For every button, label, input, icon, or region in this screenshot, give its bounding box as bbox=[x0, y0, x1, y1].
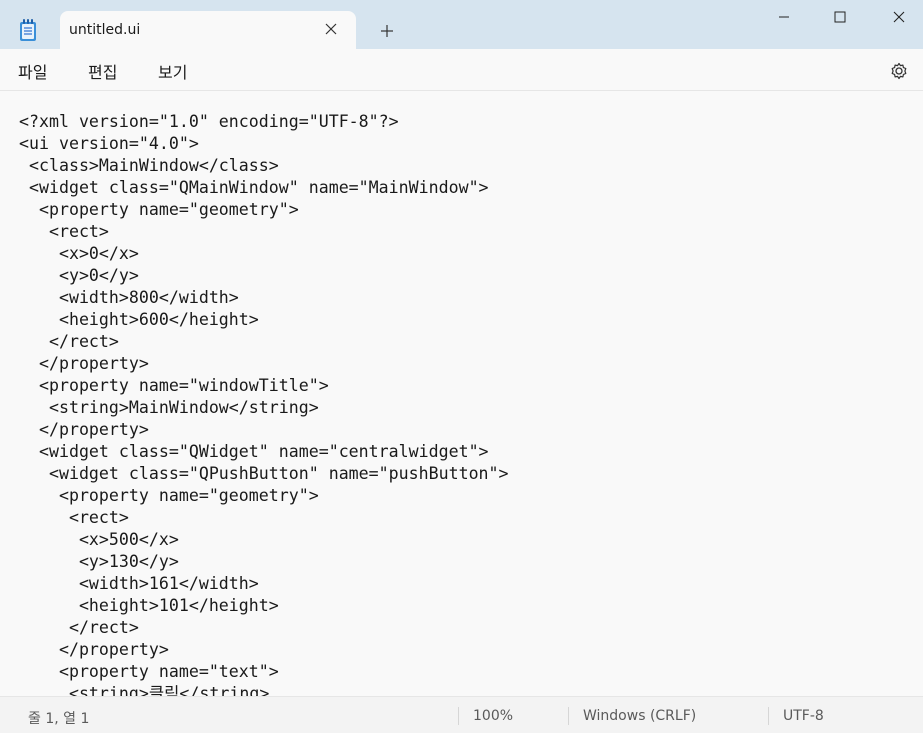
menu-bar: 파일 편집 보기 bbox=[0, 49, 923, 91]
plus-icon[interactable] bbox=[374, 18, 400, 44]
status-divider bbox=[568, 707, 569, 725]
code-line: <widget class="QWidget" name="centralwid… bbox=[19, 442, 489, 461]
code-line: <x>500</x> bbox=[19, 530, 179, 549]
code-line: </rect> bbox=[19, 332, 119, 351]
code-line: <ui version="4.0"> bbox=[19, 134, 199, 153]
gear-icon[interactable] bbox=[886, 58, 912, 84]
code-line: <y>0</y> bbox=[19, 266, 139, 285]
code-line: <widget class="QMainWindow" name="MainWi… bbox=[19, 178, 489, 197]
title-bar: untitled.ui bbox=[0, 0, 923, 50]
tab-untitled[interactable]: untitled.ui bbox=[60, 11, 356, 50]
code-line: <string>클릭</string> bbox=[19, 684, 270, 696]
menu-file[interactable]: 파일 bbox=[16, 59, 49, 83]
code-line: <property name="geometry"> bbox=[19, 200, 299, 219]
code-line: <width>800</width> bbox=[19, 288, 239, 307]
code-line: <property name="geometry"> bbox=[19, 486, 319, 505]
menu-edit[interactable]: 편집 bbox=[86, 59, 119, 83]
code-line: <widget class="QPushButton" name="pushBu… bbox=[19, 464, 509, 483]
status-divider bbox=[768, 707, 769, 725]
code-line: </rect> bbox=[19, 618, 139, 637]
status-divider bbox=[458, 707, 459, 725]
code-line: </property> bbox=[19, 420, 149, 439]
maximize-icon[interactable] bbox=[817, 0, 863, 34]
encoding: UTF-8 bbox=[783, 708, 824, 724]
cursor-position: 줄 1, 열 1 bbox=[28, 711, 90, 727]
code-line: <?xml version="1.0" encoding="UTF-8"?> bbox=[19, 112, 399, 131]
close-icon[interactable] bbox=[876, 0, 922, 34]
tab-title: untitled.ui bbox=[69, 22, 141, 38]
line-ending: Windows (CRLF) bbox=[583, 708, 697, 724]
code-line: <property name="windowTitle"> bbox=[19, 376, 329, 395]
notepad-icon bbox=[18, 18, 38, 42]
code-line: <height>101</height> bbox=[19, 596, 279, 615]
code-line: <property name="text"> bbox=[19, 662, 279, 681]
code-line: <rect> bbox=[19, 222, 109, 241]
editor-content: <?xml version="1.0" encoding="UTF-8"?> <u… bbox=[19, 111, 509, 696]
code-line: <string>MainWindow</string> bbox=[19, 398, 319, 417]
status-bar: 줄 1, 열 1 100% Windows (CRLF) UTF-8 bbox=[0, 696, 923, 733]
code-line: <y>130</y> bbox=[19, 552, 179, 571]
code-line: <class>MainWindow</class> bbox=[19, 156, 279, 175]
menu-view[interactable]: 보기 bbox=[156, 59, 189, 83]
zoom-level: 100% bbox=[473, 708, 514, 724]
code-line: </property> bbox=[19, 354, 149, 373]
text-editor[interactable]: <?xml version="1.0" encoding="UTF-8"?> <u… bbox=[0, 92, 923, 696]
close-icon[interactable] bbox=[319, 17, 343, 41]
code-line: <width>161</width> bbox=[19, 574, 259, 593]
code-line: <height>600</height> bbox=[19, 310, 259, 329]
code-line: <rect> bbox=[19, 508, 129, 527]
minimize-icon[interactable] bbox=[761, 0, 807, 34]
code-line: </property> bbox=[19, 640, 169, 659]
code-line: <x>0</x> bbox=[19, 244, 139, 263]
